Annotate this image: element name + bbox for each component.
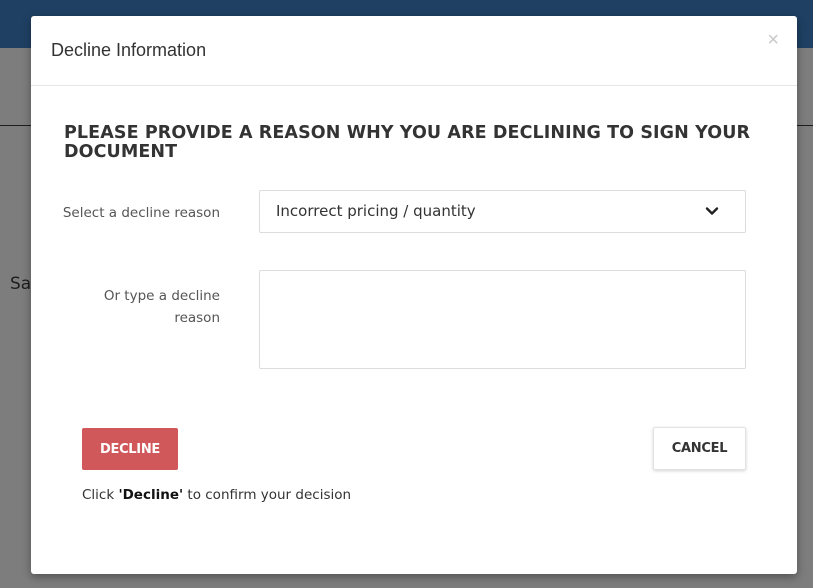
chevron-down-icon <box>705 207 719 215</box>
select-reason-label: Select a decline reason <box>62 205 220 221</box>
decline-modal: Decline Information × PLEASE PROVIDE A R… <box>31 16 797 574</box>
decline-reason-textarea[interactable] <box>259 270 746 369</box>
background-partial-text: Sa <box>10 274 32 294</box>
decline-button[interactable]: DECLINE <box>82 428 178 470</box>
modal-title: Decline Information <box>51 40 207 60</box>
type-reason-label: Or type a decline reason <box>103 288 220 326</box>
decline-reason-select[interactable]: Incorrect pricing / quantity <box>259 190 746 233</box>
confirm-hint-emphasis: 'Decline' <box>118 487 184 503</box>
confirm-hint: Click 'Decline' to confirm your decision <box>82 487 351 503</box>
decline-reason-selected-value: Incorrect pricing / quantity <box>276 202 476 220</box>
cancel-button[interactable]: CANCEL <box>653 427 746 470</box>
modal-header: Decline Information × <box>31 16 797 86</box>
close-icon[interactable]: × <box>767 30 779 50</box>
confirm-hint-suffix: to confirm your decision <box>183 487 352 503</box>
confirm-hint-prefix: Click <box>82 487 119 503</box>
decline-heading: PLEASE PROVIDE A REASON WHY YOU ARE DECL… <box>64 123 751 162</box>
